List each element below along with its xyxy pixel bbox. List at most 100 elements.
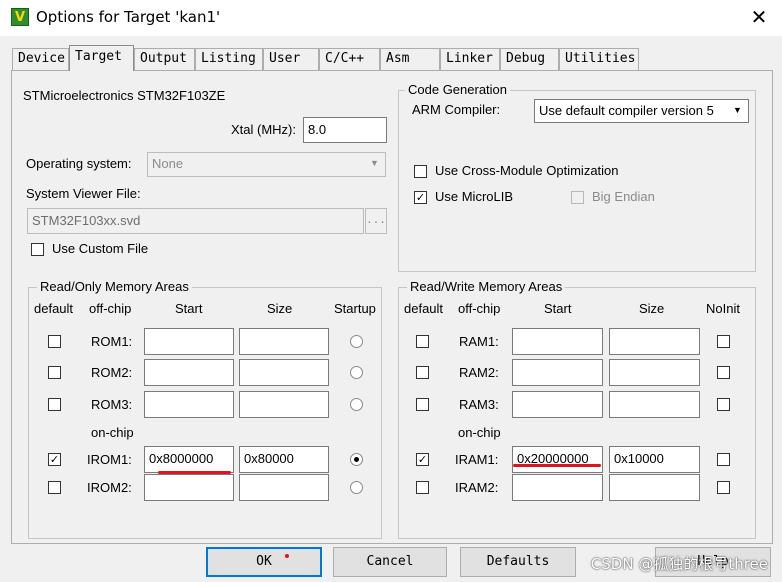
ram-header-noinit: NoInit bbox=[706, 301, 740, 316]
ram3-start-input[interactable] bbox=[512, 391, 603, 418]
rom1-start-input[interactable] bbox=[144, 328, 234, 355]
iram1-size-input[interactable]: 0x10000 bbox=[609, 446, 700, 473]
irom2-default-checkbox[interactable] bbox=[48, 481, 61, 494]
compiler-select[interactable]: Use default compiler version 5 ▼ bbox=[534, 99, 749, 123]
tab-strip: Device Target Output Listing User C/C++ … bbox=[12, 45, 772, 71]
big-endian-checkbox[interactable] bbox=[571, 191, 584, 204]
ram2-size-input[interactable] bbox=[609, 359, 700, 386]
ram3-size-input[interactable] bbox=[609, 391, 700, 418]
ram2-default-checkbox[interactable] bbox=[416, 366, 429, 379]
chevron-down-icon: ▼ bbox=[370, 158, 379, 168]
svd-file-input[interactable]: STM32F103xx.svd bbox=[27, 208, 364, 234]
iram1-default-checkbox[interactable]: ✓ bbox=[416, 453, 429, 466]
microlib-label: Use MicroLIB bbox=[435, 189, 514, 204]
compiler-select-value: Use default compiler version 5 bbox=[539, 103, 714, 118]
tab-debug[interactable]: Debug bbox=[500, 48, 559, 70]
compiler-label: ARM Compiler: bbox=[412, 102, 501, 117]
ram-header-size: Size bbox=[639, 301, 665, 316]
ram-onchip-label: on-chip bbox=[458, 425, 501, 440]
rom-group: Read/Only Memory Areas default off-chip … bbox=[28, 279, 382, 539]
tab-target[interactable]: Target bbox=[69, 45, 134, 71]
rom3-label: ROM3: bbox=[91, 397, 133, 412]
chevron-down-icon: ▼ bbox=[733, 105, 742, 115]
tab-cc[interactable]: C/C++ bbox=[319, 48, 380, 70]
os-select-value: None bbox=[152, 156, 184, 171]
cancel-button[interactable]: Cancel bbox=[333, 547, 447, 577]
ram1-noinit-checkbox[interactable] bbox=[717, 335, 730, 348]
rom1-label: ROM1: bbox=[91, 334, 133, 349]
rom1-default-checkbox[interactable] bbox=[48, 335, 61, 348]
custom-file-checkbox[interactable] bbox=[31, 243, 44, 256]
rom1-startup-radio[interactable] bbox=[350, 335, 363, 348]
ram-group-title: Read/Write Memory Areas bbox=[407, 279, 566, 294]
big-endian-label: Big Endian bbox=[592, 189, 655, 204]
dialog-body: Device Target Output Listing User C/C++ … bbox=[0, 36, 782, 582]
ram1-start-input[interactable] bbox=[512, 328, 603, 355]
device-name: STMicroelectronics STM32F103ZE bbox=[23, 88, 226, 103]
red-underline-annotation bbox=[513, 464, 601, 467]
rom-header-default: default bbox=[34, 301, 74, 316]
keil-app-icon: V bbox=[11, 8, 29, 26]
irom1-label: IROM1: bbox=[87, 452, 132, 467]
irom2-size-input[interactable] bbox=[239, 474, 329, 501]
cross-module-label: Use Cross-Module Optimization bbox=[435, 163, 619, 178]
code-generation-title: Code Generation bbox=[405, 82, 511, 97]
irom2-start-input[interactable] bbox=[144, 474, 234, 501]
rom1-size-input[interactable] bbox=[239, 328, 329, 355]
ram2-noinit-checkbox[interactable] bbox=[717, 366, 730, 379]
rom3-start-input[interactable] bbox=[144, 391, 234, 418]
rom3-size-input[interactable] bbox=[239, 391, 329, 418]
iram1-label: IRAM1: bbox=[455, 452, 499, 467]
xtal-input[interactable]: 8.0 bbox=[303, 117, 387, 143]
iram1-start-input[interactable]: 0x20000000 bbox=[512, 446, 603, 473]
rom2-startup-radio[interactable] bbox=[350, 366, 363, 379]
ram3-noinit-checkbox[interactable] bbox=[717, 398, 730, 411]
tab-output[interactable]: Output bbox=[134, 48, 195, 70]
ram-header-start: Start bbox=[544, 301, 572, 316]
irom1-start-input[interactable]: 0x8000000 bbox=[144, 446, 234, 473]
ram2-start-input[interactable] bbox=[512, 359, 603, 386]
ok-button[interactable]: OK bbox=[206, 547, 322, 577]
csdn-watermark: CSDN @孤独的根号three bbox=[590, 555, 768, 573]
rom3-startup-radio[interactable] bbox=[350, 398, 363, 411]
tab-linker[interactable]: Linker bbox=[440, 48, 500, 70]
irom1-default-checkbox[interactable]: ✓ bbox=[48, 453, 61, 466]
cross-module-checkbox[interactable] bbox=[414, 165, 427, 178]
rom3-default-checkbox[interactable] bbox=[48, 398, 61, 411]
os-label: Operating system: bbox=[26, 156, 132, 171]
ram3-default-checkbox[interactable] bbox=[416, 398, 429, 411]
tab-utilities[interactable]: Utilities bbox=[559, 48, 639, 70]
defaults-button[interactable]: Defaults bbox=[460, 547, 576, 577]
iram2-noinit-checkbox[interactable] bbox=[717, 481, 730, 494]
ram1-size-input[interactable] bbox=[609, 328, 700, 355]
tab-listing[interactable]: Listing bbox=[195, 48, 263, 70]
os-select[interactable]: None ▼ bbox=[147, 152, 386, 177]
rom-onchip-label: on-chip bbox=[91, 425, 134, 440]
ram3-label: RAM3: bbox=[459, 397, 499, 412]
ram1-label: RAM1: bbox=[459, 334, 499, 349]
irom1-startup-radio[interactable] bbox=[350, 453, 363, 466]
ram-header-default: default bbox=[404, 301, 444, 316]
close-button[interactable]: ✕ bbox=[746, 4, 772, 30]
window-title: Options for Target 'kan1' bbox=[36, 8, 221, 26]
rom2-size-input[interactable] bbox=[239, 359, 329, 386]
rom2-start-input[interactable] bbox=[144, 359, 234, 386]
red-dot-annotation bbox=[285, 554, 289, 558]
iram1-noinit-checkbox[interactable] bbox=[717, 453, 730, 466]
ram1-default-checkbox[interactable] bbox=[416, 335, 429, 348]
irom2-startup-radio[interactable] bbox=[350, 481, 363, 494]
irom1-size-input[interactable]: 0x80000 bbox=[239, 446, 329, 473]
tab-user[interactable]: User bbox=[263, 48, 319, 70]
code-generation-group: Code Generation ARM Compiler: Use defaul… bbox=[398, 82, 756, 272]
microlib-checkbox[interactable]: ✓ bbox=[414, 191, 427, 204]
iram2-start-input[interactable] bbox=[512, 474, 603, 501]
iram2-size-input[interactable] bbox=[609, 474, 700, 501]
iram2-default-checkbox[interactable] bbox=[416, 481, 429, 494]
rom2-default-checkbox[interactable] bbox=[48, 366, 61, 379]
red-underline-annotation bbox=[158, 471, 231, 474]
svd-browse-button[interactable]: ... bbox=[365, 208, 387, 234]
tab-asm[interactable]: Asm bbox=[380, 48, 440, 70]
tab-device[interactable]: Device bbox=[12, 48, 69, 70]
ram2-label: RAM2: bbox=[459, 365, 499, 380]
rom-header-start: Start bbox=[175, 301, 203, 316]
